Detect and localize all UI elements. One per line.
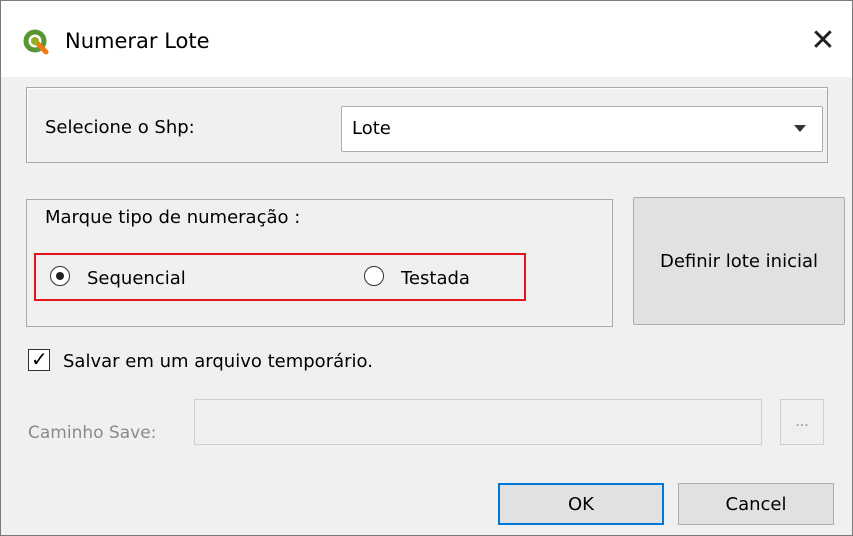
save-path-input[interactable] [194, 399, 762, 445]
radio-testada-label[interactable]: Testada [401, 268, 470, 289]
window-title: Numerar Lote [65, 29, 210, 53]
qgis-icon [23, 29, 49, 55]
save-path-label: Caminho Save: [28, 423, 157, 443]
browse-button[interactable]: ... [780, 399, 824, 445]
temp-file-label[interactable]: Salvar em um arquivo temporário. [63, 351, 373, 372]
cancel-button[interactable]: Cancel [678, 483, 834, 525]
dialog-window: Numerar Lote ✕ Selecione o Shp: Lote Mar… [0, 0, 853, 536]
checkmark-icon: ✓ [31, 347, 48, 371]
numbering-group-label: Marque tipo de numeração : [45, 207, 301, 228]
close-icon[interactable]: ✕ [794, 11, 852, 69]
ok-button[interactable]: OK [498, 483, 664, 525]
radio-dot [56, 272, 64, 280]
radio-sequencial-label[interactable]: Sequencial [87, 268, 186, 289]
shp-select[interactable]: Lote [341, 106, 823, 152]
shp-label: Selecione o Shp: [45, 117, 195, 138]
define-initial-lot-button[interactable]: Definir lote inicial [633, 197, 845, 325]
radio-sequencial[interactable] [50, 266, 70, 286]
shp-select-value: Lote [352, 118, 391, 139]
title-bar: Numerar Lote ✕ [1, 1, 852, 77]
radio-testada[interactable] [364, 266, 384, 286]
chevron-down-icon [794, 125, 806, 132]
temp-file-checkbox[interactable]: ✓ [28, 347, 50, 371]
